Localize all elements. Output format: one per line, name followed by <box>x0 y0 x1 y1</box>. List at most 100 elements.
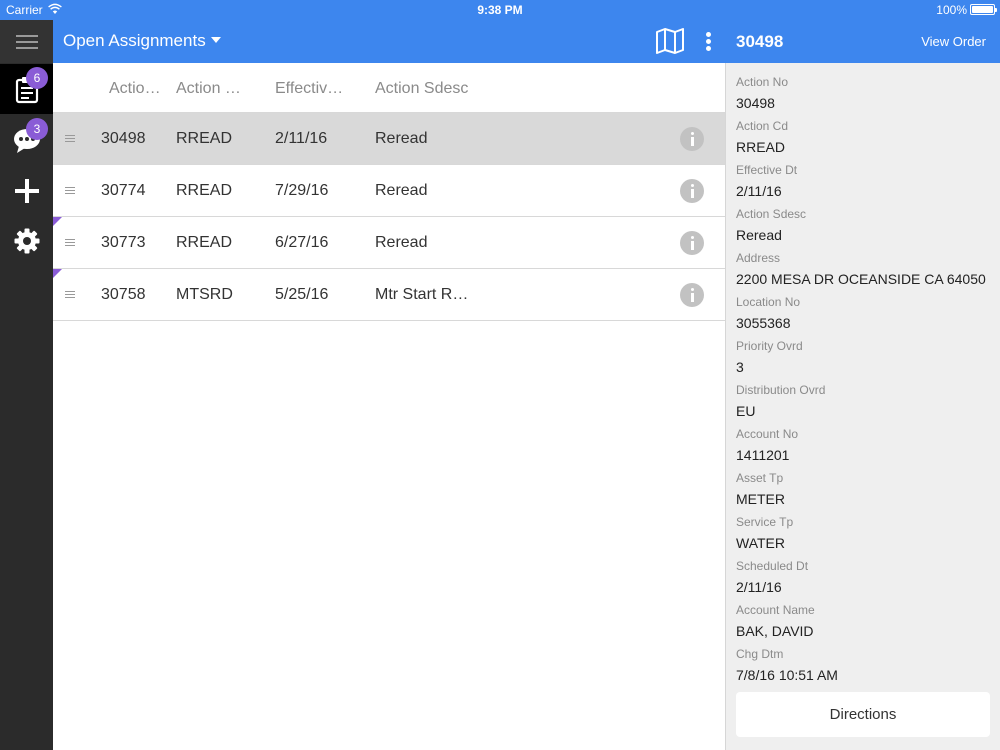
chevron-down-icon <box>210 36 221 43</box>
column-header-action-sdesc[interactable]: Action Sdesc <box>375 80 468 98</box>
cell-action-cd: RREAD <box>176 182 233 199</box>
info-icon[interactable] <box>680 179 704 203</box>
table-row[interactable]: 30773 RREAD 6/27/16 Reread <box>53 217 725 269</box>
cell-sdesc: Reread <box>375 130 428 147</box>
field-label: Effective Dt <box>736 163 798 177</box>
field-value: BAK, DAVID <box>736 623 814 639</box>
cell-action-cd: RREAD <box>176 234 233 251</box>
field-value: 2/11/16 <box>736 183 782 199</box>
detail-field-asset-tp: Asset Tp METER <box>736 471 785 507</box>
field-label: Asset Tp <box>736 471 784 485</box>
view-selector-dropdown[interactable]: Open Assignments <box>63 31 221 51</box>
field-label: Distribution Ovrd <box>736 383 826 397</box>
drag-handle-icon[interactable] <box>65 239 75 246</box>
status-time: 9:38 PM <box>477 3 523 17</box>
drag-handle-icon[interactable] <box>65 187 75 194</box>
field-label: Chg Dtm <box>736 647 784 661</box>
cell-action-cd: RREAD <box>176 130 233 147</box>
cell-effective: 7/29/16 <box>275 182 329 199</box>
unread-flag-icon <box>53 269 62 278</box>
sidebar-item-settings[interactable] <box>0 216 53 266</box>
field-value: 1411201 <box>736 447 790 463</box>
table-row[interactable]: 30774 RREAD 7/29/16 Reread <box>53 165 725 217</box>
detail-field-scheduled-dt: Scheduled Dt 2/11/16 <box>736 559 808 595</box>
column-header-action-no[interactable]: Actio… <box>109 80 161 98</box>
detail-field-priority-ovrd: Priority Ovrd 3 <box>736 339 803 375</box>
plus-icon <box>15 179 39 203</box>
detail-field-address: Address 2200 MESA DR OCEANSIDE CA 64050 <box>736 251 986 287</box>
map-icon[interactable] <box>655 28 685 54</box>
gear-icon <box>14 228 40 254</box>
info-icon[interactable] <box>680 283 704 307</box>
detail-field-service-tp: Service Tp WATER <box>736 515 793 551</box>
messages-badge: 3 <box>26 118 48 140</box>
status-bar: Carrier 9:38 PM 100% <box>0 0 1000 20</box>
cell-action-no: 30758 <box>101 286 146 303</box>
detail-field-action-sdesc: Action Sdesc Reread <box>736 207 806 243</box>
field-value: WATER <box>736 535 785 551</box>
drag-handle-icon[interactable] <box>65 291 75 298</box>
cell-sdesc: Mtr Start R… <box>375 286 469 303</box>
cell-effective: 6/27/16 <box>275 234 329 251</box>
battery-percentage: 100% <box>936 3 967 17</box>
detail-panel: Action No 30498 Action Cd RREAD Effectiv… <box>725 63 1000 750</box>
list-header: Actio… Action … Effectiv… Action Sdesc <box>53 63 725 113</box>
info-icon[interactable] <box>680 231 704 255</box>
sidebar-item-assignments[interactable]: 6 <box>0 64 53 114</box>
menu-line <box>16 47 38 49</box>
drag-handle-icon[interactable] <box>65 135 75 142</box>
menu-line <box>16 41 38 43</box>
field-label: Priority Ovrd <box>736 339 803 353</box>
detail-field-effective-dt: Effective Dt 2/11/16 <box>736 163 797 199</box>
field-value: EU <box>736 403 756 419</box>
cell-sdesc: Reread <box>375 234 428 251</box>
field-label: Action Cd <box>736 119 789 133</box>
assignment-list: Actio… Action … Effectiv… Action Sdesc 3… <box>53 63 725 750</box>
column-header-action-cd[interactable]: Action … <box>176 80 241 98</box>
view-order-button[interactable]: View Order <box>921 34 986 49</box>
info-icon[interactable] <box>680 127 704 151</box>
dot <box>706 39 711 44</box>
field-value: 2200 MESA DR OCEANSIDE CA 64050 <box>736 271 986 287</box>
sidebar-item-add[interactable] <box>0 166 53 216</box>
page-title: Open Assignments <box>63 31 206 50</box>
dot <box>706 46 711 51</box>
field-label: Action No <box>736 75 789 89</box>
cell-effective: 2/11/16 <box>275 130 328 147</box>
detail-field-account-no: Account No 1411201 <box>736 427 798 463</box>
detail-field-distribution-ovrd: Distribution Ovrd EU <box>736 383 825 419</box>
detail-field-chg-dtm: Chg Dtm 7/8/16 10:51 AM <box>736 647 838 683</box>
menu-line <box>16 35 38 37</box>
sidebar-rail: 6 3 <box>0 20 53 750</box>
dot <box>706 32 711 37</box>
hamburger-menu-button[interactable] <box>0 20 53 63</box>
detail-field-location-no: Location No 3055368 <box>736 295 800 331</box>
column-header-effective[interactable]: Effectiv… <box>275 80 343 98</box>
directions-button[interactable]: Directions <box>736 692 990 737</box>
detail-field-action-no: Action No 30498 <box>736 75 788 111</box>
detail-field-account-name: Account Name BAK, DAVID <box>736 603 815 639</box>
assignments-badge: 6 <box>26 67 48 89</box>
cell-action-no: 30774 <box>101 182 146 199</box>
field-label: Location No <box>736 295 801 309</box>
detail-title: 30498 <box>736 32 784 51</box>
cell-effective: 5/25/16 <box>275 286 329 303</box>
field-label: Address <box>736 251 781 265</box>
sidebar-item-messages[interactable]: 3 <box>0 118 53 168</box>
more-options-icon[interactable] <box>700 30 716 54</box>
field-value: 3055368 <box>736 315 791 331</box>
cell-action-no: 30773 <box>101 234 146 251</box>
field-value: Reread <box>736 227 782 243</box>
field-value: 30498 <box>736 95 775 111</box>
field-label: Action Sdesc <box>736 207 807 221</box>
cell-action-cd: MTSRD <box>176 286 233 303</box>
table-row[interactable]: 30758 MTSRD 5/25/16 Mtr Start R… <box>53 269 725 321</box>
battery-icon <box>970 4 997 15</box>
cell-action-no: 30498 <box>101 130 146 147</box>
detail-field-action-cd: Action Cd RREAD <box>736 119 788 155</box>
field-label: Scheduled Dt <box>736 559 809 573</box>
field-value: 3 <box>736 359 744 375</box>
field-value: RREAD <box>736 139 786 155</box>
table-row[interactable]: 30498 RREAD 2/11/16 Reread <box>53 113 725 165</box>
field-label: Service Tp <box>736 515 794 529</box>
